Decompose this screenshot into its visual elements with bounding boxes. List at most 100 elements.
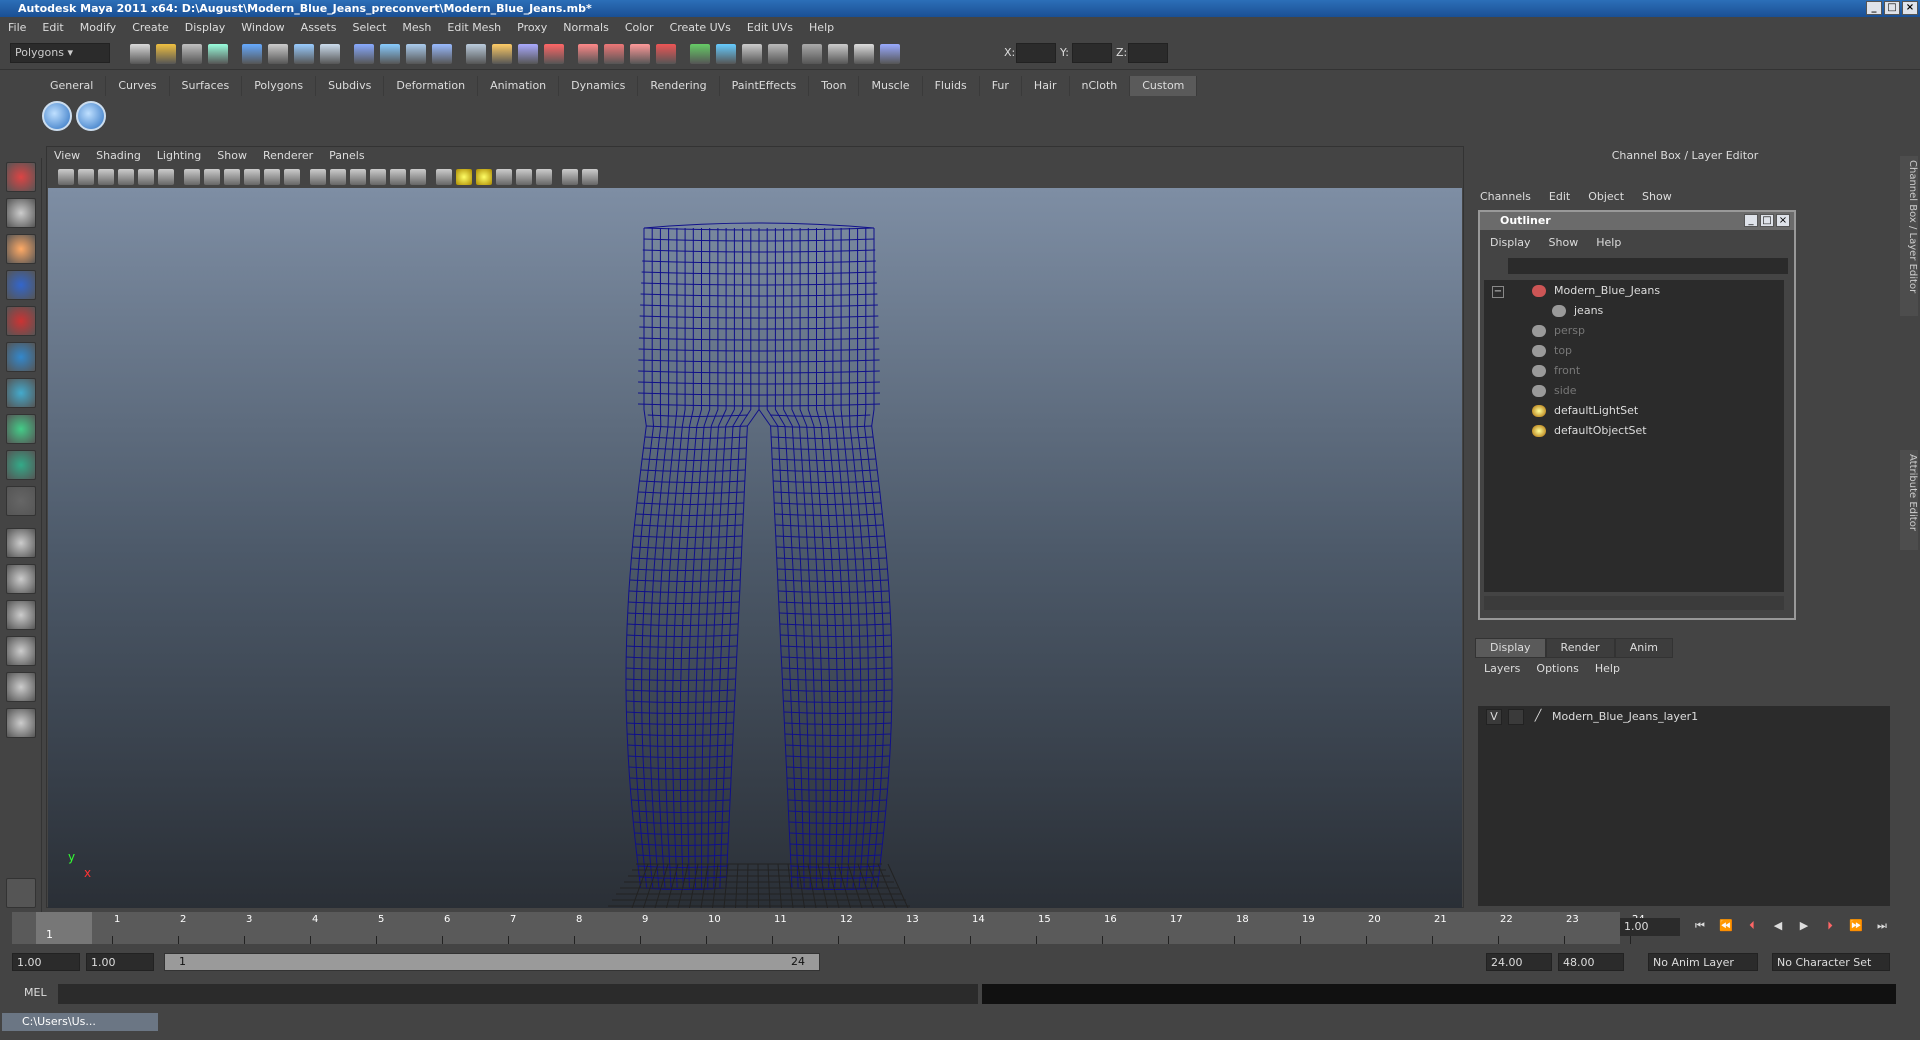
scale-tool-icon[interactable] [6,342,36,372]
channel-box-side-tab[interactable]: Channel Box / Layer Editor [1900,156,1918,316]
status-tool-icon[interactable] [518,44,538,64]
go-to-end-icon[interactable]: ⏭ [1874,918,1890,934]
viewport-tool-icon[interactable] [350,169,366,185]
viewport-tool-icon[interactable] [476,169,492,185]
viewport-tool-icon[interactable] [456,169,472,185]
status-tool-icon[interactable] [320,44,340,64]
menu-select[interactable]: Select [352,21,386,34]
outliner-item[interactable]: persp [1532,322,1585,340]
outliner-close-button[interactable]: × [1776,214,1790,227]
shelf-tab-rendering[interactable]: Rendering [638,76,720,96]
taskbar-item[interactable]: C:\Users\Us... [2,1013,158,1031]
viewport-tool-icon[interactable] [118,169,134,185]
viewport-tool-icon[interactable] [224,169,240,185]
range-slider[interactable]: 1 24 [164,953,820,971]
single-view-layout-icon[interactable] [6,528,36,558]
outliner-item[interactable]: front [1532,362,1580,380]
menu-display[interactable]: Display [185,21,226,34]
channel-box-menu-edit[interactable]: Edit [1549,190,1570,203]
viewport-tool-icon[interactable] [390,169,406,185]
shelf-tab-surfaces[interactable]: Surfaces [169,76,243,96]
status-tool-icon[interactable] [492,44,512,64]
perspective-viewport[interactable] [48,188,1462,909]
layer-tab-anim[interactable]: Anim [1614,638,1673,658]
menu-create[interactable]: Create [132,21,169,34]
status-tool-icon[interactable] [690,44,710,64]
hypershade-layout-icon[interactable] [6,672,36,702]
menu-edit-uvs[interactable]: Edit UVs [747,21,793,34]
outliner-menu-display[interactable]: Display [1490,236,1531,249]
outliner-item[interactable]: side [1532,382,1577,400]
viewport-menu-shading[interactable]: Shading [96,149,141,165]
x-field[interactable] [1016,43,1056,63]
step-forward-key-icon[interactable]: ⏩ [1848,918,1864,934]
shelf-tab-fur[interactable]: Fur [979,76,1022,96]
collapse-icon[interactable]: − [1492,286,1504,298]
outliner-menu-show[interactable]: Show [1549,236,1579,249]
viewport-tool-icon[interactable] [582,169,598,185]
menu-help[interactable]: Help [809,21,834,34]
outliner-list[interactable]: − Modern_Blue_Jeans jeans persp top front sid… [1484,280,1784,592]
status-tool-icon[interactable] [268,44,288,64]
viewport-tool-icon[interactable] [158,169,174,185]
four-view-layout-icon[interactable] [6,564,36,594]
attribute-editor-side-tab[interactable]: Attribute Editor [1900,450,1918,550]
character-set-dropdown[interactable]: No Character Set [1772,953,1890,971]
status-tool-icon[interactable] [208,44,228,64]
status-tool-icon[interactable] [630,44,650,64]
lasso-tool-icon[interactable] [6,198,36,228]
current-frame-field[interactable]: 1.00 [1620,918,1680,936]
status-tool-icon[interactable] [578,44,598,64]
layer-menu-help[interactable]: Help [1595,662,1620,675]
rotate-tool-icon[interactable] [6,306,36,336]
menu-proxy[interactable]: Proxy [517,21,547,34]
menu-set-dropdown[interactable]: Polygons ▾ [10,43,110,63]
outliner-menu-help[interactable]: Help [1596,236,1621,249]
menu-file[interactable]: File [8,21,26,34]
status-tool-icon[interactable] [544,44,564,64]
viewport-tool-icon[interactable] [516,169,532,185]
shelf-tab-muscle[interactable]: Muscle [859,76,923,96]
status-tool-icon[interactable] [406,44,426,64]
minimize-button[interactable]: _ [1866,1,1882,15]
soft-mod-icon[interactable] [6,414,36,444]
viewport-tool-icon[interactable] [78,169,94,185]
status-tool-icon[interactable] [854,44,874,64]
shelf-tab-polygons[interactable]: Polygons [242,76,317,96]
move-tool-icon[interactable] [6,270,36,300]
viewport-tool-icon[interactable] [410,169,426,185]
viewport-tool-icon[interactable] [138,169,154,185]
step-forward-frame-icon[interactable]: ⏵ [1822,918,1838,934]
status-tool-icon[interactable] [354,44,374,64]
menu-normals[interactable]: Normals [563,21,609,34]
status-tool-icon[interactable] [880,44,900,64]
menu-assets[interactable]: Assets [301,21,337,34]
layer-menu-layers[interactable]: Layers [1484,662,1520,675]
outliner-item[interactable]: defaultLightSet [1532,402,1638,420]
universal-manip-icon[interactable] [6,378,36,408]
close-button[interactable]: × [1902,1,1918,15]
status-tool-icon[interactable] [156,44,176,64]
viewport-menu-panels[interactable]: Panels [329,149,364,165]
shelf-tab-subdivs[interactable]: Subdivs [316,76,385,96]
shelf-check-icon[interactable] [42,101,72,131]
viewport-tool-icon[interactable] [536,169,552,185]
viewport-menu-view[interactable]: View [54,149,80,165]
shelf-tab-hair[interactable]: Hair [1021,76,1070,96]
custom-layout-icon[interactable] [6,708,36,738]
outliner-item[interactable]: jeans [1552,302,1603,320]
viewport-tool-icon[interactable] [264,169,280,185]
viewport-tool-icon[interactable] [562,169,578,185]
layer-row[interactable]: V ╱ Modern_Blue_Jeans_layer1 [1486,708,1698,726]
anim-layer-dropdown[interactable]: No Anim Layer [1648,953,1758,971]
viewport-tool-icon[interactable] [58,169,74,185]
shelf-tab-general[interactable]: General [38,76,107,96]
z-field[interactable] [1128,43,1168,63]
play-backward-icon[interactable]: ◀ [1770,918,1786,934]
shelf-tab-deformation[interactable]: Deformation [384,76,479,96]
status-tool-icon[interactable] [466,44,486,64]
status-tool-icon[interactable] [380,44,400,64]
status-tool-icon[interactable] [130,44,150,64]
step-back-frame-icon[interactable]: ⏴ [1744,918,1760,934]
outliner-item[interactable]: defaultObjectSet [1532,422,1647,440]
